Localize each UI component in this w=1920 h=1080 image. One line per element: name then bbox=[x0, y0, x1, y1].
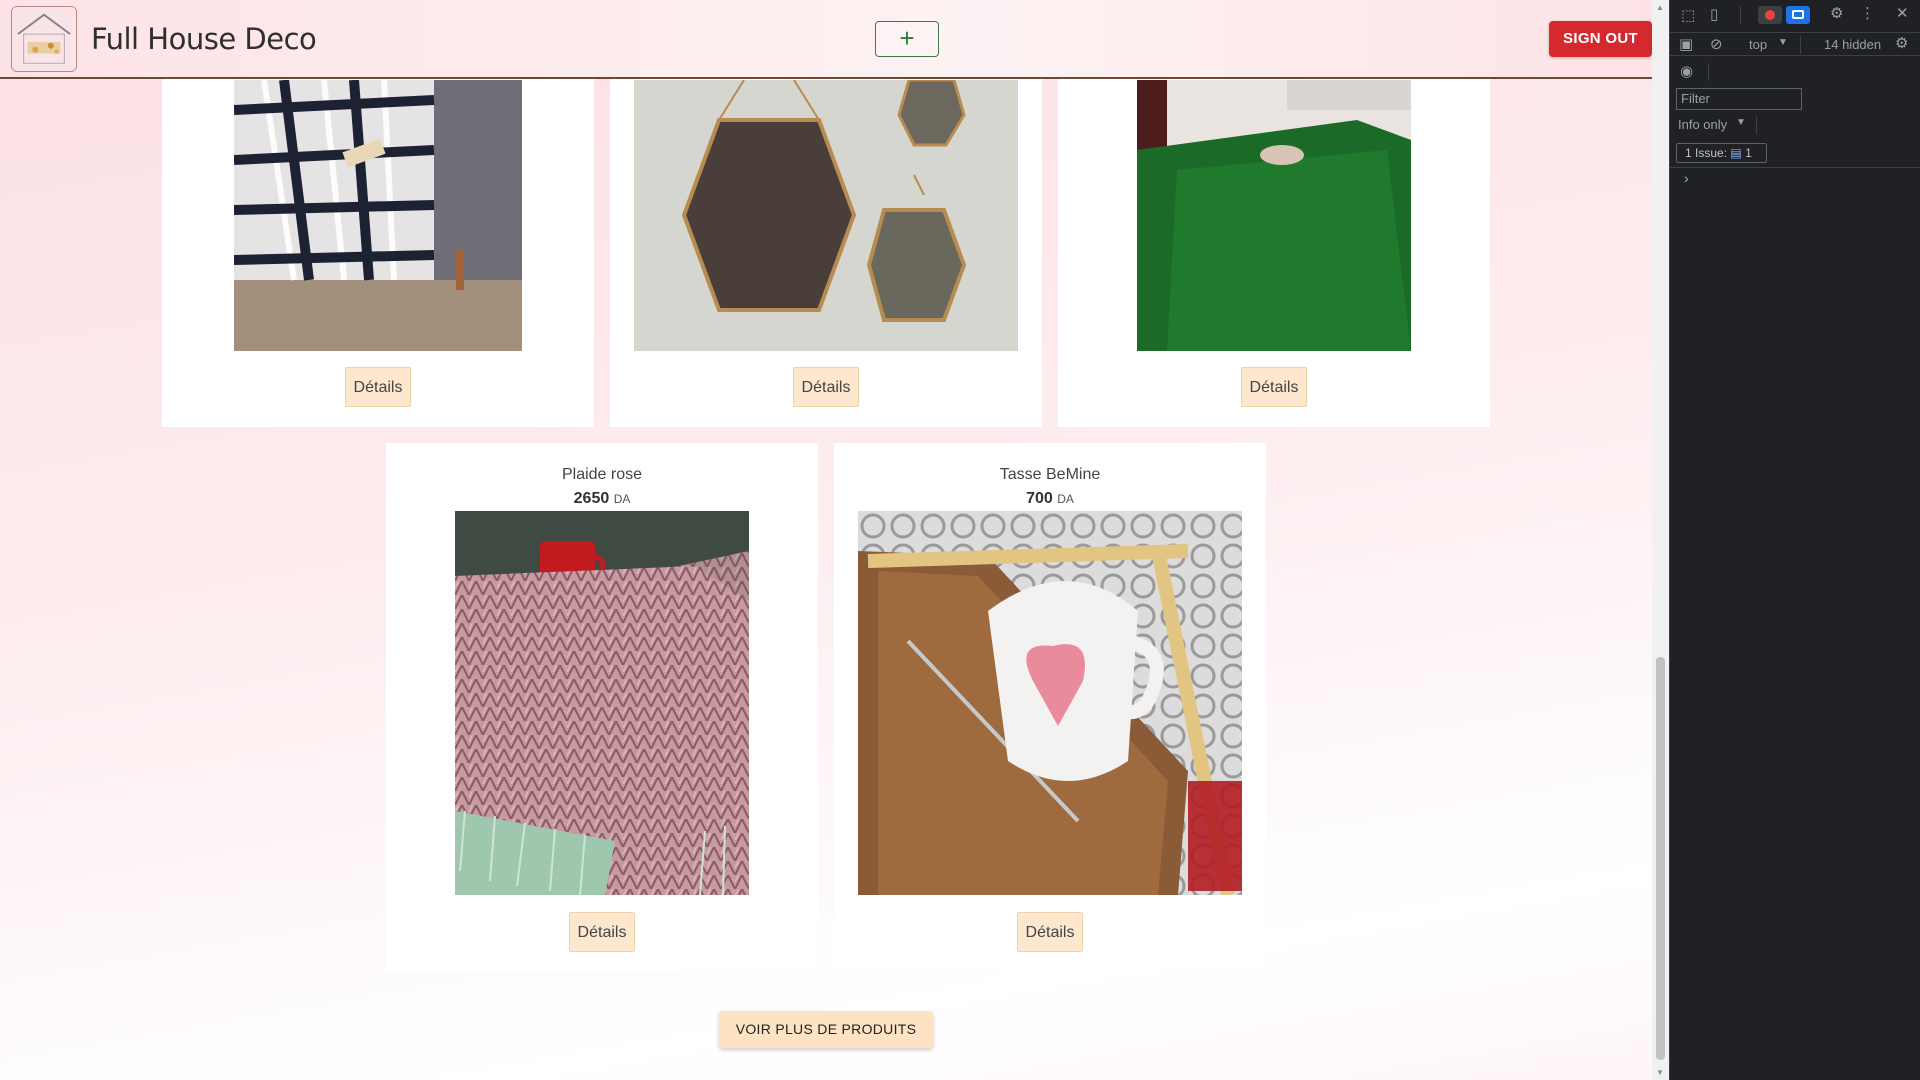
issues-button[interactable]: 1 Issue: ▤ 1 bbox=[1676, 143, 1767, 163]
scroll-up-arrow-icon[interactable]: ▲ bbox=[1656, 3, 1664, 12]
details-button[interactable]: Détails bbox=[793, 367, 859, 407]
toolbar-divider bbox=[1708, 63, 1709, 81]
brand-logo[interactable] bbox=[11, 6, 77, 72]
product-price: 700 DA bbox=[834, 490, 1266, 508]
devtools-panel: ⬚ ▯ ⚙ ⋮ ✕ ▣ ⊘ top ▼ 14 hidden ⚙ ◉ Filter… bbox=[1669, 0, 1920, 1080]
console-divider bbox=[1670, 167, 1920, 168]
sign-out-button[interactable]: SIGN OUT bbox=[1549, 21, 1652, 57]
issue-message-icon: ▤ bbox=[1730, 146, 1742, 160]
log-level-dropdown[interactable]: Info only bbox=[1678, 117, 1727, 132]
device-toolbar-icon[interactable]: ▯ bbox=[1710, 5, 1718, 23]
toolbar-divider bbox=[1756, 116, 1757, 134]
toolbar-divider bbox=[1800, 36, 1801, 54]
price-currency: DA bbox=[613, 492, 631, 506]
load-more-button[interactable]: VOIR PLUS DE PRODUITS bbox=[719, 1011, 933, 1048]
console-settings-icon[interactable]: ⚙ bbox=[1895, 34, 1908, 52]
product-price: 2650 DA bbox=[386, 490, 818, 508]
product-card: Détails bbox=[1058, 60, 1490, 427]
settings-gear-icon[interactable]: ⚙ bbox=[1830, 4, 1843, 22]
price-value: 2650 bbox=[573, 490, 610, 507]
issues-label: 1 Issue: bbox=[1685, 146, 1728, 160]
console-prompt-chevron-icon[interactable]: › bbox=[1684, 170, 1689, 186]
issues-count: 1 bbox=[1745, 146, 1752, 160]
product-image[interactable] bbox=[455, 511, 749, 895]
page-viewport: Full House Deco + SIGN OUT Détails Détai… bbox=[0, 0, 1652, 1080]
details-button[interactable]: Détails bbox=[569, 912, 635, 952]
console-toolbar: ▣ ⊘ top ▼ 14 hidden ⚙ bbox=[1670, 32, 1920, 56]
log-level-chevron-icon[interactable]: ▼ bbox=[1736, 117, 1746, 128]
product-card: Détails bbox=[610, 60, 1042, 427]
toolbar-divider bbox=[1740, 6, 1741, 24]
price-currency: DA bbox=[1057, 492, 1074, 506]
product-card: Plaide rose 2650 DA Détails bbox=[386, 443, 818, 971]
scrollbar-thumb[interactable] bbox=[1656, 657, 1665, 1060]
details-button[interactable]: Détails bbox=[1241, 367, 1307, 407]
sidebar-toggle-icon[interactable]: ▣ bbox=[1679, 35, 1693, 53]
product-card: Détails bbox=[162, 60, 594, 427]
price-value: 700 bbox=[1026, 490, 1053, 507]
product-card: Tasse BeMine 700 DA Détails bbox=[834, 443, 1266, 971]
context-dropdown-icon[interactable]: ▼ bbox=[1778, 37, 1788, 48]
clear-console-icon[interactable]: ⊘ bbox=[1710, 35, 1723, 53]
more-options-icon[interactable]: ⋮ bbox=[1860, 4, 1875, 22]
scroll-down-arrow-icon[interactable]: ▼ bbox=[1656, 1068, 1664, 1077]
details-button[interactable]: Détails bbox=[345, 367, 411, 407]
page-scrollbar[interactable]: ▲ ▼ bbox=[1652, 0, 1669, 1080]
add-product-button[interactable]: + bbox=[875, 21, 939, 57]
product-image[interactable] bbox=[858, 511, 1242, 895]
inspect-element-icon[interactable]: ⬚ bbox=[1681, 6, 1695, 24]
product-image[interactable] bbox=[234, 80, 522, 351]
console-filter-input[interactable]: Filter bbox=[1676, 88, 1802, 110]
error-badge-icon[interactable] bbox=[1758, 6, 1782, 24]
issues-badge-icon[interactable] bbox=[1786, 6, 1810, 24]
product-image[interactable] bbox=[1137, 80, 1411, 351]
hidden-count: 14 hidden bbox=[1824, 37, 1882, 52]
live-expression-eye-icon[interactable]: ◉ bbox=[1680, 62, 1693, 80]
context-selector[interactable]: top bbox=[1749, 37, 1767, 52]
app-header: Full House Deco + SIGN OUT bbox=[0, 0, 1652, 79]
product-name: Tasse BeMine bbox=[999, 466, 1101, 483]
close-devtools-icon[interactable]: ✕ bbox=[1896, 4, 1909, 22]
product-name: Plaide rose bbox=[561, 466, 643, 483]
details-button[interactable]: Détails bbox=[1017, 912, 1083, 952]
product-image[interactable] bbox=[634, 80, 1018, 351]
brand-name[interactable]: Full House Deco bbox=[91, 22, 317, 56]
